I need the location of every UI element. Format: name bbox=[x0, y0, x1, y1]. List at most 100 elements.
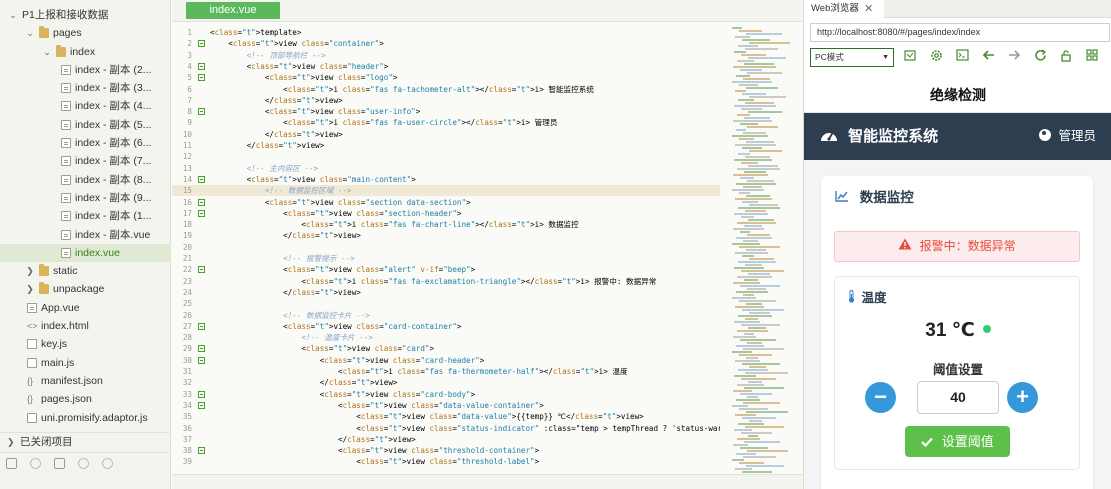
device-mode-select[interactable]: PC模式 ▼ bbox=[810, 48, 894, 67]
fold-toggle-icon[interactable] bbox=[198, 266, 205, 274]
tree-item[interactable]: ❯ unpackage bbox=[0, 280, 171, 298]
code-line[interactable]: 31 <class="t">i class="fas fa-thermomete… bbox=[172, 366, 720, 377]
code-line[interactable]: 34 <class="t">view class="data-value-con… bbox=[172, 400, 720, 411]
chevron-down-icon[interactable]: ⌄ bbox=[8, 6, 18, 24]
tree-item[interactable]: ❯ static bbox=[0, 262, 171, 280]
code-line[interactable]: 18 <class="t">i class="fas fa-chart-line… bbox=[172, 219, 720, 230]
back-arrow-icon[interactable] bbox=[980, 49, 996, 65]
code-line[interactable]: 15 <!-- 数据监控区域 --> bbox=[172, 185, 720, 197]
tree-item[interactable]: index.vue bbox=[0, 243, 171, 263]
gear-icon[interactable] bbox=[928, 49, 944, 65]
forward-arrow-icon[interactable] bbox=[1006, 49, 1022, 65]
code-line[interactable]: 17 <class="t">view class="section-header… bbox=[172, 208, 720, 219]
fold-toggle-icon[interactable] bbox=[198, 390, 205, 398]
code-line[interactable]: 8 <class="t">view class="user-info"> bbox=[172, 106, 720, 117]
tree-item[interactable]: key.js bbox=[0, 335, 171, 353]
code-line[interactable]: 25 bbox=[172, 298, 720, 309]
code-line[interactable]: 19 </class="t">view> bbox=[172, 230, 720, 241]
close-icon[interactable]: ✕ bbox=[864, 0, 873, 18]
tree-item[interactable]: App.vue bbox=[0, 299, 171, 317]
code-line[interactable]: 23 <class="t">i class="fas fa-exclamatio… bbox=[172, 276, 720, 287]
tree-item[interactable]: index - 副本 (1... bbox=[0, 207, 171, 225]
minimap[interactable] bbox=[728, 27, 800, 489]
refresh-icon[interactable] bbox=[1032, 49, 1048, 65]
code-line[interactable]: 5 <class="t">view class="logo"> bbox=[172, 72, 720, 83]
code-line[interactable]: 1 <class="t">template> bbox=[172, 27, 720, 38]
code-line[interactable]: 26 <!-- 数据监控卡片 --> bbox=[172, 310, 720, 321]
code-line[interactable]: 14 <class="t">view class="main-content"> bbox=[172, 174, 720, 185]
code-line[interactable]: 20 bbox=[172, 242, 720, 253]
settings-icon[interactable] bbox=[102, 458, 113, 469]
chevron-right-icon[interactable]: ❯ bbox=[25, 262, 35, 280]
tree-item[interactable]: index - 副本 (8... bbox=[0, 171, 171, 189]
code-area[interactable]: 1 <class="t">template> 2 <class="t">view c… bbox=[172, 27, 720, 489]
grid-icon[interactable] bbox=[1084, 49, 1100, 65]
page-viewport[interactable]: 绝缘检测 智能监控系统 管理员 数据监控 报警中：数据异常 温度 31 ℃ 阈值… bbox=[804, 78, 1111, 489]
fold-toggle-icon[interactable] bbox=[198, 447, 205, 455]
tree-item[interactable]: index - 副本 (5... bbox=[0, 116, 171, 134]
explorer-icon[interactable] bbox=[6, 458, 17, 469]
code-line[interactable]: 32 </class="t">view> bbox=[172, 377, 720, 388]
chevron-right-icon[interactable]: ❯ bbox=[25, 280, 35, 298]
threshold-input[interactable]: 40 bbox=[917, 381, 999, 414]
code-line[interactable]: 37 </class="t">view> bbox=[172, 434, 720, 445]
code-line[interactable]: 38 <class="t">view class="threshold-cont… bbox=[172, 445, 720, 456]
console-icon[interactable] bbox=[954, 49, 970, 65]
code-line[interactable]: 4 <class="t">view class="header"> bbox=[172, 61, 720, 72]
fold-toggle-icon[interactable] bbox=[198, 209, 205, 217]
fold-toggle-icon[interactable] bbox=[198, 356, 205, 364]
search-icon[interactable] bbox=[78, 458, 89, 469]
fold-toggle-icon[interactable] bbox=[198, 62, 205, 70]
tree-item[interactable]: ⌄ index bbox=[0, 43, 171, 61]
tree-item[interactable]: ⌄ P1上报和接收数据 bbox=[0, 6, 171, 24]
code-line[interactable]: 30 <class="t">view class="card-header"> bbox=[172, 355, 720, 366]
tree-item[interactable]: index - 副本 (6... bbox=[0, 134, 171, 152]
increase-threshold-button[interactable]: + bbox=[1007, 382, 1038, 413]
chevron-down-icon[interactable]: ⌄ bbox=[25, 24, 35, 42]
user-info[interactable]: 管理员 bbox=[1039, 113, 1096, 160]
tree-item[interactable]: index - 副本 (9... bbox=[0, 189, 171, 207]
code-line[interactable]: 33 <class="t">view class="card-body"> bbox=[172, 389, 720, 400]
fold-toggle-icon[interactable] bbox=[198, 175, 205, 183]
url-input[interactable]: http://localhost:8080/#/pages/index/inde… bbox=[810, 23, 1110, 42]
code-line[interactable]: 6 <class="t">i class="fas fa-tachometer-… bbox=[172, 84, 720, 95]
decrease-threshold-button[interactable]: − bbox=[865, 382, 896, 413]
fold-toggle-icon[interactable] bbox=[198, 40, 205, 48]
tree-item[interactable]: index - 副本 (3... bbox=[0, 79, 171, 97]
fold-toggle-icon[interactable] bbox=[198, 198, 205, 206]
code-line[interactable]: 24 </class="t">view> bbox=[172, 287, 720, 298]
tree-item[interactable]: main.js bbox=[0, 354, 171, 372]
fold-toggle-icon[interactable] bbox=[198, 401, 205, 409]
code-line[interactable]: 2 <class="t">view class="container"> bbox=[172, 38, 720, 49]
code-line[interactable]: 28 <!-- 温度卡片 --> bbox=[172, 332, 720, 343]
code-line[interactable]: 7 </class="t">view> bbox=[172, 95, 720, 106]
closed-projects-item[interactable]: ❯ 已关闭项目 bbox=[0, 432, 171, 450]
tree-item[interactable]: index - 副本 (2... bbox=[0, 61, 171, 79]
tree-item[interactable]: {} manifest.json bbox=[0, 372, 171, 390]
trash-icon[interactable] bbox=[54, 458, 65, 469]
code-line[interactable]: 3 <!-- 顶部导航栏 --> bbox=[172, 50, 720, 61]
tab-index-vue[interactable]: index.vue bbox=[186, 2, 280, 19]
code-line[interactable]: 39 <class="t">view class="threshold-labe… bbox=[172, 456, 720, 467]
tree-item[interactable]: uni.promisify.adaptor.js bbox=[0, 409, 171, 426]
code-line[interactable]: 16 <class="t">view class="section data-s… bbox=[172, 197, 720, 208]
fold-toggle-icon[interactable] bbox=[198, 108, 205, 116]
code-line[interactable]: 13 <!-- 主内容区 --> bbox=[172, 163, 720, 174]
tree-item[interactable]: {} pages.json bbox=[0, 390, 171, 408]
fold-toggle-icon[interactable] bbox=[198, 322, 205, 330]
code-line[interactable]: 9 <class="t">i class="fas fa-user-circle… bbox=[172, 117, 720, 128]
tree-item[interactable]: <> index.html bbox=[0, 317, 171, 335]
code-line[interactable]: 11 </class="t">view> bbox=[172, 140, 720, 151]
browser-tab[interactable]: Web浏览器 ✕ bbox=[804, 0, 884, 18]
tree-item[interactable]: index - 副本 (7... bbox=[0, 152, 171, 170]
screenshot-icon[interactable] bbox=[902, 49, 918, 65]
tree-item[interactable]: index - 副本.vue bbox=[0, 226, 171, 244]
code-line[interactable]: 21 <!-- 报警提示 --> bbox=[172, 253, 720, 264]
code-line[interactable]: 35 <class="t">view class="data-value">{{… bbox=[172, 411, 720, 422]
tree-item[interactable]: index - 副本 (4... bbox=[0, 97, 171, 115]
chevron-down-icon[interactable]: ⌄ bbox=[42, 43, 52, 61]
fold-toggle-icon[interactable] bbox=[198, 345, 205, 353]
code-line[interactable]: 12 bbox=[172, 151, 720, 162]
code-line[interactable]: 29 <class="t">view class="card"> bbox=[172, 343, 720, 354]
code-line[interactable]: 10 </class="t">view> bbox=[172, 129, 720, 140]
